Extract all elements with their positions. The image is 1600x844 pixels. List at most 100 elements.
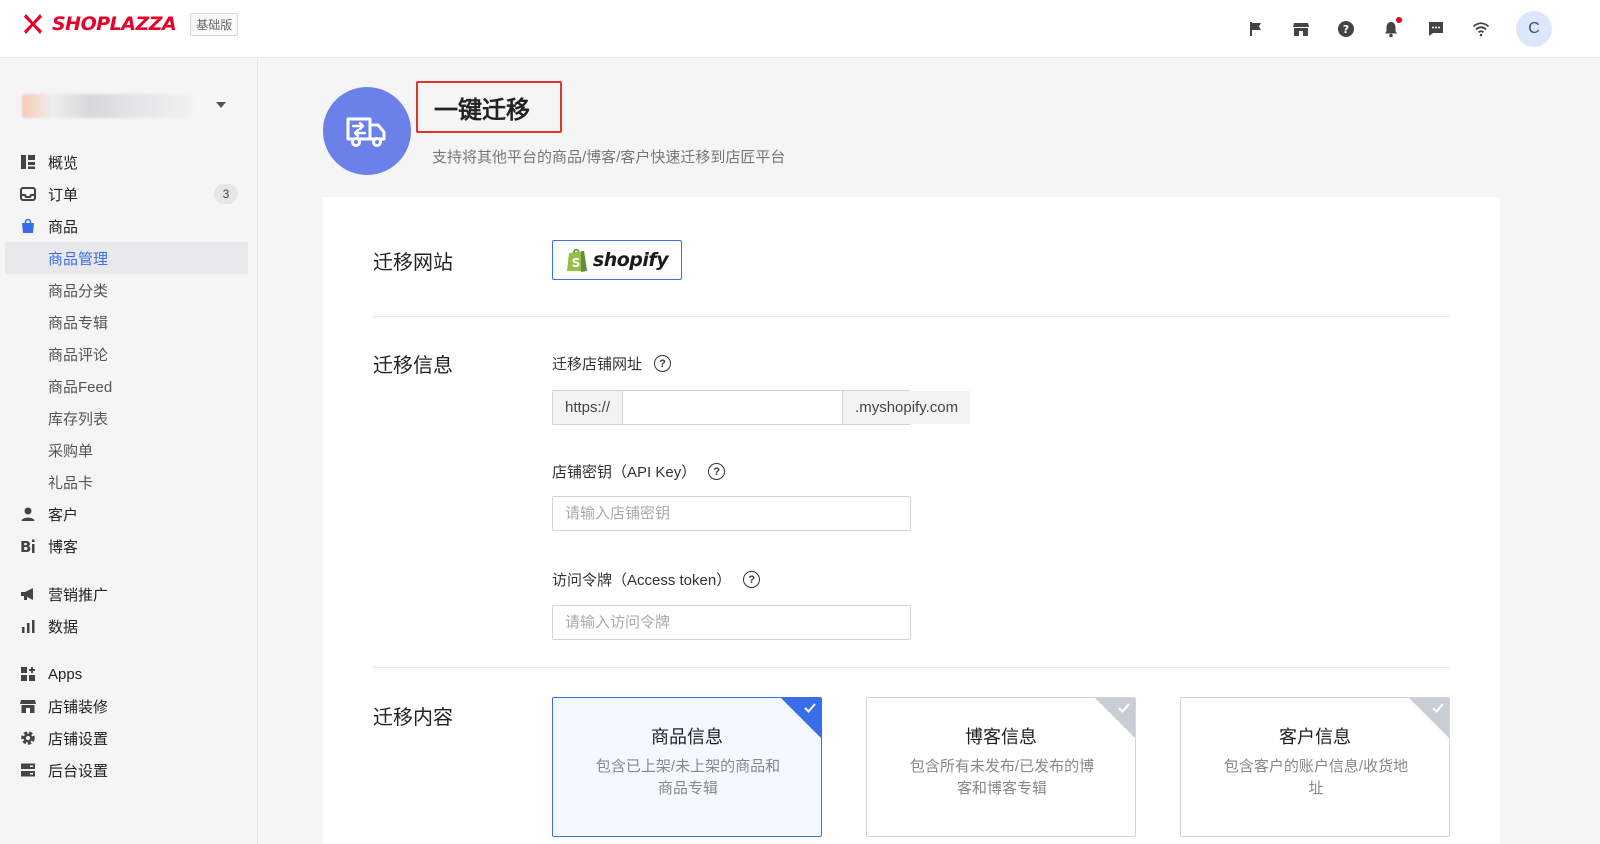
- section-label-info: 迁移信息: [373, 355, 453, 377]
- section-divider: [373, 667, 1450, 668]
- sidebar-item-label: 订单: [48, 186, 79, 204]
- sidebar-item-label: 数据: [48, 618, 79, 636]
- option-title: 商品信息: [651, 727, 723, 747]
- sidebar-item-label: 博客: [48, 538, 79, 556]
- option-customers[interactable]: 客户信息 包含客户的账户信息/收货地址: [1180, 697, 1450, 837]
- sidebar-item-store-design[interactable]: 店铺装修: [0, 690, 258, 722]
- sidebar-sub-inventory[interactable]: 库存列表: [0, 402, 258, 434]
- store-url-label: 迁移店铺网址 ?: [552, 353, 672, 374]
- url-prefix: https://: [553, 391, 624, 424]
- sidebar-item-blog[interactable]: B 博客: [0, 530, 258, 562]
- sidebar-item-label: 店铺设置: [48, 730, 109, 748]
- brand-name: SHOPLAZZA: [52, 13, 177, 35]
- option-description: 包含所有未发布/已发布的博客和博客专辑: [909, 758, 1095, 797]
- sidebar-sub-gift-card[interactable]: 礼品卡: [0, 466, 258, 498]
- sidebar-sub-product-category[interactable]: 商品分类: [0, 274, 258, 306]
- sidebar-sub-product-reviews[interactable]: 商品评论: [0, 338, 258, 370]
- sidebar-item-label: 客户: [48, 506, 79, 524]
- sidebar-sub-purchase-order[interactable]: 采购单: [0, 434, 258, 466]
- page-subtitle: 支持将其他平台的商品/博客/客户快速迁移到店匠平台: [432, 149, 786, 166]
- sidebar-item-customers[interactable]: 客户: [0, 498, 258, 530]
- api-key-label: 店铺密钥（API Key） ?: [552, 461, 726, 482]
- sidebar-sub-product-feed[interactable]: 商品Feed: [0, 370, 258, 402]
- page-title: 一键迁移: [434, 96, 530, 124]
- shopify-bag-icon: S: [566, 248, 587, 272]
- sidebar-item-analytics[interactable]: 数据: [0, 610, 258, 642]
- sidebar-sub-product-collection[interactable]: 商品专辑: [0, 306, 258, 338]
- check-icon: [1118, 703, 1130, 713]
- store-url-input[interactable]: [623, 391, 843, 424]
- apps-icon: [20, 666, 36, 682]
- check-icon: [1432, 703, 1444, 713]
- notification-dot: [1396, 17, 1402, 23]
- main-content: 一键迁移 支持将其他平台的商品/博客/客户快速迁移到店匠平台 迁移网站 S sh…: [258, 58, 1600, 844]
- store-icon: [20, 698, 36, 714]
- brand-logo[interactable]: SHOPLAZZA 基础版: [22, 12, 239, 36]
- blog-icon: B: [20, 538, 36, 554]
- help-circle-icon[interactable]: ?: [743, 571, 761, 588]
- inbox-icon: [20, 186, 36, 202]
- option-blogs[interactable]: 博客信息 包含所有未发布/已发布的博客和博客专辑: [866, 697, 1136, 837]
- sidebar-item-overview[interactable]: 概览: [0, 146, 258, 178]
- help-circle-icon[interactable]: ?: [708, 463, 726, 480]
- svg-text:S: S: [572, 256, 581, 270]
- store-url-input-group: https:// .myshopify.com: [552, 390, 971, 425]
- dashboard-icon: [20, 154, 36, 170]
- shoplazza-logo-icon: [22, 12, 44, 36]
- help-circle-icon[interactable]: ?: [654, 355, 672, 372]
- sidebar: 概览 订单 3 商品 商品管理 商品分类 商品专辑 商品评论 商品Feed 库存…: [0, 58, 258, 844]
- bell-icon[interactable]: [1380, 17, 1402, 40]
- svg-text:?: ?: [1343, 23, 1349, 36]
- section-label-site: 迁移网站: [373, 252, 453, 274]
- sidebar-item-orders[interactable]: 订单 3: [0, 178, 258, 210]
- truck-icon: [346, 117, 386, 147]
- migration-form-card: 迁移网站 S shopify 迁移信息 迁移店铺网址 ? https:// .m…: [323, 197, 1500, 844]
- option-products[interactable]: 商品信息 包含已上架/未上架的商品和商品专辑: [552, 697, 822, 837]
- sidebar-item-label: 商品: [48, 218, 79, 236]
- svg-text:B: B: [20, 538, 31, 554]
- gear-icon: [20, 730, 36, 746]
- shopify-wordmark: shopify: [592, 249, 669, 271]
- sidebar-sub-product-management[interactable]: 商品管理: [5, 242, 248, 274]
- migration-hero-badge: [323, 87, 411, 175]
- sidebar-item-label: 店铺装修: [48, 698, 109, 716]
- sidebar-item-label: 营销推广: [48, 586, 109, 604]
- option-description: 包含已上架/未上架的商品和商品专辑: [595, 758, 781, 797]
- url-suffix: .myshopify.com: [842, 391, 971, 424]
- sidebar-item-label: 后台设置: [48, 762, 109, 780]
- store-switcher[interactable]: [22, 88, 234, 124]
- access-token-label: 访问令牌（Access token） ?: [552, 569, 761, 590]
- header-actions: ? C: [1222, 0, 1600, 58]
- sidebar-item-products[interactable]: 商品: [0, 210, 258, 242]
- megaphone-icon: [20, 586, 36, 602]
- orders-count-badge: 3: [214, 184, 238, 204]
- access-token-label-text: 访问令牌（Access token）: [552, 572, 732, 589]
- sidebar-nav: 概览 订单 3 商品 商品管理 商品分类 商品专辑 商品评论 商品Feed 库存…: [0, 146, 258, 786]
- flag-icon[interactable]: [1245, 18, 1267, 40]
- storefront-icon[interactable]: [1290, 18, 1312, 40]
- caret-down-icon: [216, 102, 226, 108]
- top-header: SHOPLAZZA 基础版 ? C: [0, 0, 1600, 58]
- api-key-input[interactable]: [552, 496, 911, 531]
- help-icon[interactable]: ?: [1335, 18, 1357, 40]
- section-divider: [373, 316, 1450, 317]
- sidebar-item-label: Apps: [48, 665, 83, 683]
- shopping-bag-icon: [20, 218, 36, 234]
- user-avatar[interactable]: C: [1516, 11, 1552, 47]
- page-title-highlight: 一键迁移: [416, 81, 562, 133]
- wifi-icon[interactable]: [1470, 18, 1492, 40]
- bar-chart-icon: [20, 618, 36, 634]
- message-icon[interactable]: [1425, 18, 1447, 40]
- check-icon: [804, 703, 816, 713]
- shopify-platform-button[interactable]: S shopify: [552, 240, 682, 280]
- option-description: 包含客户的账户信息/收货地址: [1223, 758, 1409, 797]
- store-url-label-text: 迁移店铺网址: [552, 356, 643, 373]
- access-token-input[interactable]: [552, 605, 911, 640]
- sidebar-item-store-settings[interactable]: 店铺设置: [0, 722, 258, 754]
- sidebar-item-marketing[interactable]: 营销推广: [0, 578, 258, 610]
- store-name-blurred: [22, 94, 192, 118]
- user-icon: [20, 506, 36, 522]
- sidebar-item-apps[interactable]: Apps: [0, 658, 258, 690]
- option-title: 客户信息: [1279, 727, 1351, 747]
- sidebar-item-admin-settings[interactable]: 后台设置: [0, 754, 258, 786]
